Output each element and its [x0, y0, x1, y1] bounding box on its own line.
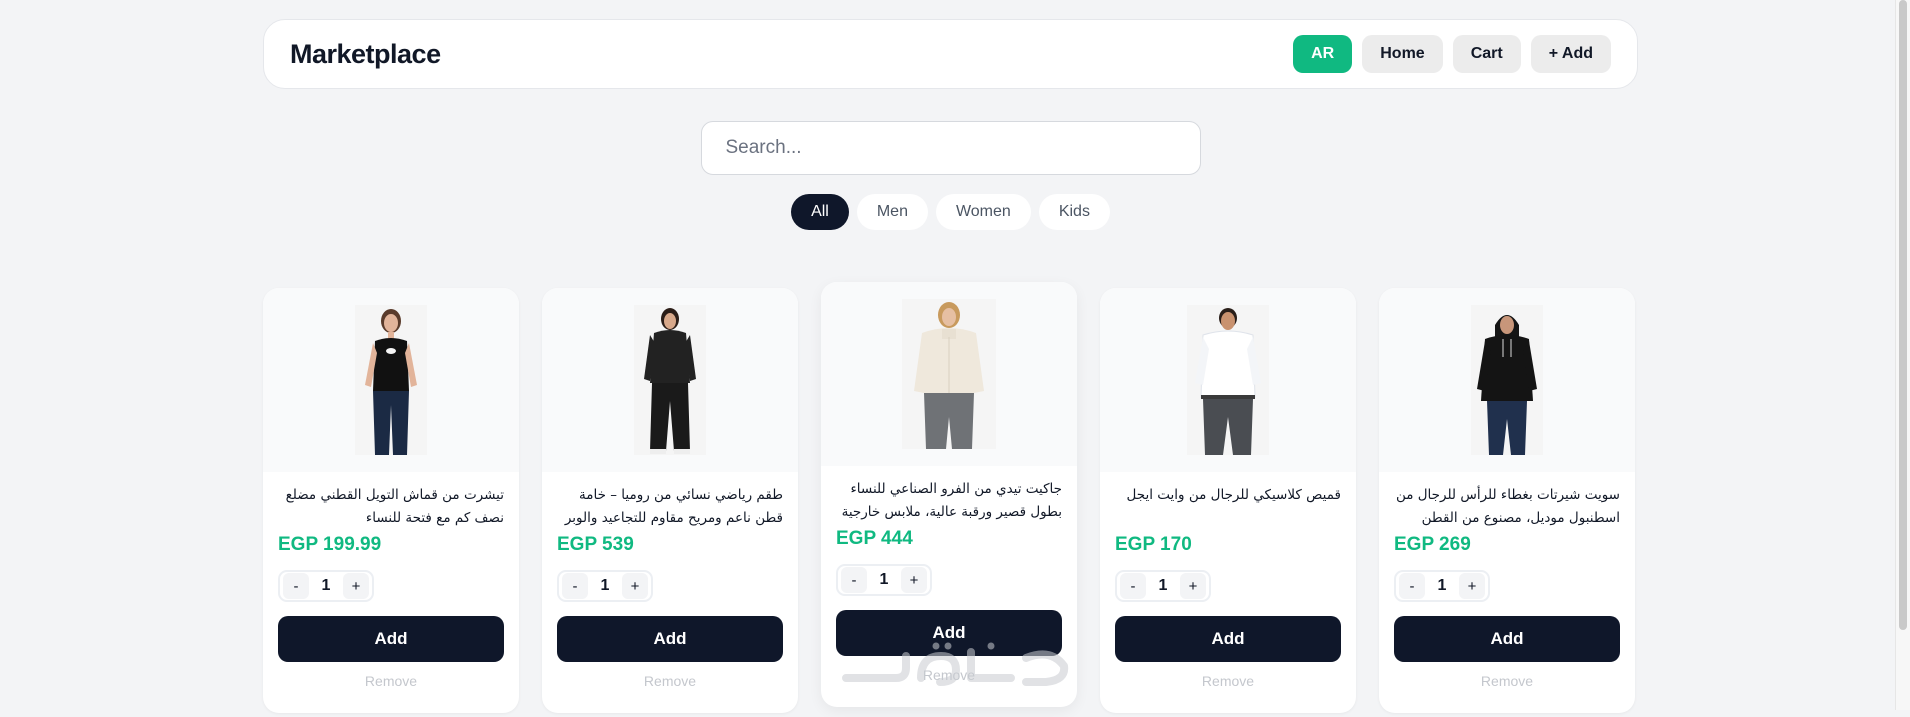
decrease-qty-button[interactable]: - [562, 573, 588, 599]
product-price: EGP 170 [1115, 534, 1192, 555]
product-photo-woman-black-top[interactable] [355, 305, 427, 455]
product-card: سويت شيرتات بغطاء للرأس للرجال من اسطنبو… [1379, 288, 1635, 713]
brand-title[interactable]: Marketplace [290, 39, 441, 70]
product-photo-woman-tracksuit[interactable] [634, 305, 706, 455]
decrease-qty-button[interactable]: - [1399, 573, 1425, 599]
product-price: EGP 199.99 [278, 534, 382, 555]
add-to-cart-button[interactable]: Add [1394, 616, 1620, 662]
home-button[interactable]: Home [1362, 35, 1443, 73]
quantity-stepper: - 1 + [557, 570, 653, 602]
product-title[interactable]: سويت شيرتات بغطاء للرأس للرجال من اسطنبو… [1394, 484, 1620, 530]
increase-qty-button[interactable]: + [343, 573, 369, 599]
increase-qty-button[interactable]: + [622, 573, 648, 599]
product-image-area [542, 288, 798, 472]
product-image-area [263, 288, 519, 472]
quantity-value: 1 [879, 571, 889, 588]
decrease-qty-button[interactable]: - [841, 567, 867, 593]
increase-qty-button[interactable]: + [1459, 573, 1485, 599]
woman-black-top-icon [355, 305, 427, 455]
man-black-hoodie-icon [1471, 305, 1543, 455]
product-card: قميص كلاسيكي للرجال من وايت ايجل EGP 170… [1100, 288, 1356, 713]
increase-qty-button[interactable]: + [901, 567, 927, 593]
category-filters: All Men Women Kids [263, 194, 1638, 230]
product-body: طقم رياضي نسائي من روميا – خامة قطن ناعم… [542, 472, 798, 689]
product-image-area [1100, 288, 1356, 472]
watermark-logo [842, 642, 1069, 686]
cart-button[interactable]: Cart [1452, 35, 1521, 73]
remove-link[interactable]: Remove [1115, 673, 1341, 689]
product-image-area [821, 282, 1077, 466]
quantity-stepper: - 1 + [1115, 570, 1211, 602]
filter-kids[interactable]: Kids [1038, 194, 1110, 230]
quantity-stepper: - 1 + [1394, 570, 1490, 602]
product-body: تيشرت من قماش التويل القطني مضلع نصف كم … [263, 472, 519, 689]
decrease-qty-button[interactable]: - [1120, 573, 1146, 599]
product-photo-man-white-shirt[interactable] [1187, 305, 1269, 455]
product-card: طقم رياضي نسائي من روميا – خامة قطن ناعم… [542, 288, 798, 713]
language-toggle-button[interactable]: AR [1293, 35, 1353, 73]
product-body: سويت شيرتات بغطاء للرأس للرجال من اسطنبو… [1379, 472, 1635, 689]
decrease-qty-button[interactable]: - [283, 573, 309, 599]
product-image-area [1379, 288, 1635, 472]
add-product-button[interactable]: + Add [1530, 35, 1611, 73]
quantity-stepper: - 1 + [278, 570, 374, 602]
product-price: EGP 444 [836, 528, 913, 549]
product-title[interactable]: جاكيت تيدي من الفرو الصناعي للنساء بطول … [836, 478, 1062, 524]
woman-teddy-jacket-icon [902, 299, 996, 449]
scrollbar-thumb[interactable] [1899, 0, 1907, 630]
quantity-value: 1 [600, 577, 610, 594]
quantity-stepper: - 1 + [836, 564, 932, 596]
top-header: Marketplace AR Home Cart + Add [263, 19, 1638, 89]
add-to-cart-button[interactable]: Add [278, 616, 504, 662]
page-container: Marketplace AR Home Cart + Add All Men W… [263, 19, 1638, 713]
quantity-value: 1 [1437, 577, 1447, 594]
product-photo-man-black-hoodie[interactable] [1471, 305, 1543, 455]
search-input[interactable] [700, 121, 1201, 175]
filter-men[interactable]: Men [856, 194, 928, 230]
woman-tracksuit-icon [634, 305, 706, 455]
filter-women[interactable]: Women [935, 194, 1031, 230]
page-scrollbar[interactable] [1895, 0, 1910, 710]
product-price: EGP 539 [557, 534, 634, 555]
header-nav: AR Home Cart + Add [1293, 35, 1611, 73]
remove-link[interactable]: Remove [557, 673, 783, 689]
add-to-cart-button[interactable]: Add [557, 616, 783, 662]
product-title[interactable]: تيشرت من قماش التويل القطني مضلع نصف كم … [278, 484, 504, 530]
search-area [263, 121, 1638, 175]
product-card: تيشرت من قماش التويل القطني مضلع نصف كم … [263, 288, 519, 713]
man-white-shirt-icon [1187, 305, 1269, 455]
product-body: قميص كلاسيكي للرجال من وايت ايجل EGP 170… [1100, 472, 1356, 689]
add-to-cart-button[interactable]: Add [1115, 616, 1341, 662]
quantity-value: 1 [1158, 577, 1168, 594]
remove-link[interactable]: Remove [278, 673, 504, 689]
remove-link[interactable]: Remove [1394, 673, 1620, 689]
quantity-value: 1 [321, 577, 331, 594]
product-price: EGP 269 [1394, 534, 1471, 555]
product-title[interactable]: طقم رياضي نسائي من روميا – خامة قطن ناعم… [557, 484, 783, 530]
filter-all[interactable]: All [791, 194, 849, 230]
increase-qty-button[interactable]: + [1180, 573, 1206, 599]
product-title[interactable]: قميص كلاسيكي للرجال من وايت ايجل [1115, 484, 1341, 530]
product-photo-woman-teddy-jacket[interactable] [902, 299, 996, 449]
